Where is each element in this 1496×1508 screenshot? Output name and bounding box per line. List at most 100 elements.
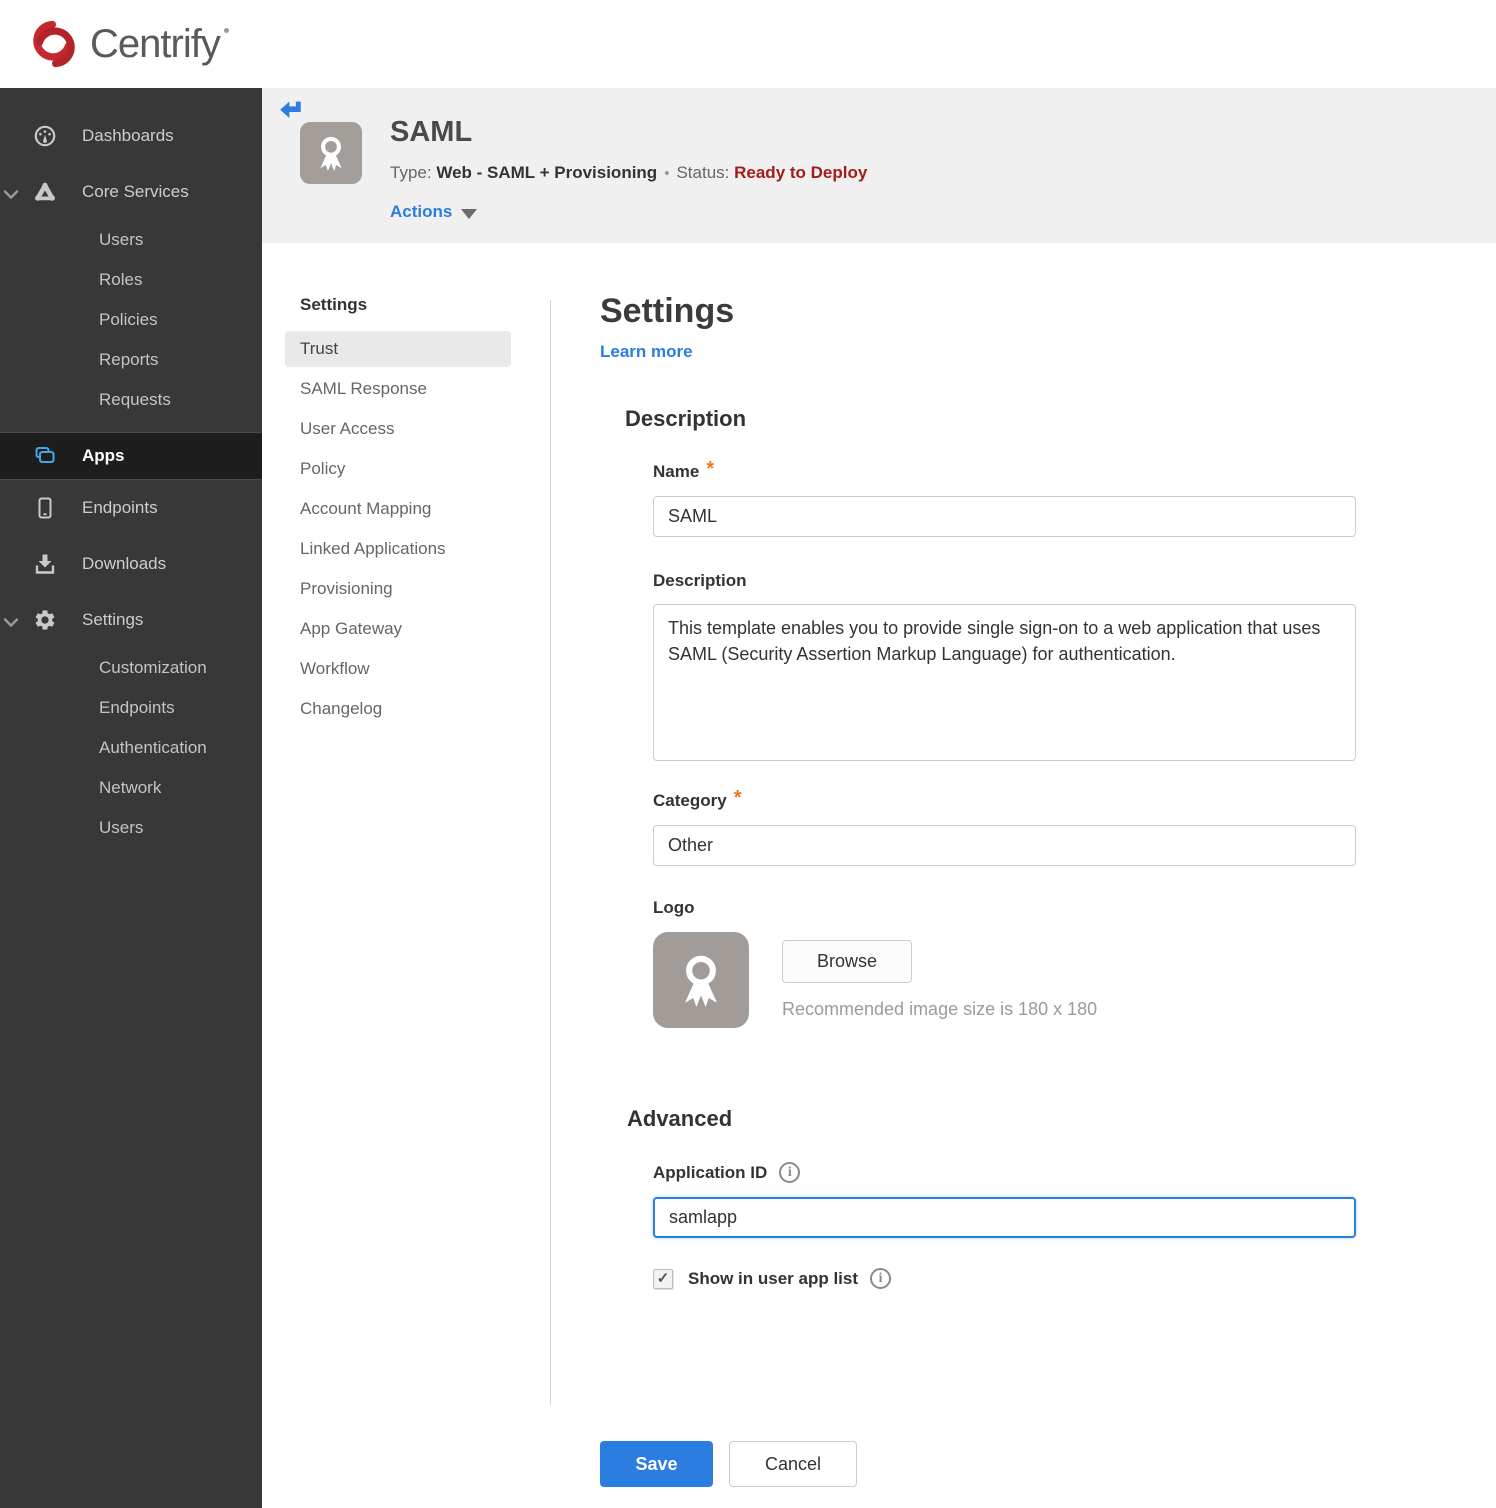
- subnav-item-policy[interactable]: Policy: [285, 451, 511, 487]
- application-id-group: Application ID: [653, 1162, 1356, 1238]
- sidebar-subitem-label: Policies: [99, 310, 158, 329]
- actions-label: Actions: [390, 202, 453, 221]
- main-content: Settings Learn more Description Name * D…: [600, 292, 1356, 1289]
- sidebar-subitem-requests[interactable]: Requests: [0, 380, 262, 420]
- core-services-icon: [33, 180, 57, 204]
- page-title: Settings: [600, 292, 735, 330]
- subnav-item-provisioning[interactable]: Provisioning: [285, 571, 511, 607]
- sidebar-item-label: Endpoints: [82, 498, 158, 517]
- sidebar-item-settings[interactable]: Settings: [0, 592, 262, 648]
- subnav-item-linked-applications[interactable]: Linked Applications: [285, 531, 511, 567]
- device-icon: [33, 496, 57, 520]
- application-id-label: Application ID: [653, 1162, 768, 1182]
- section-heading-description: Description: [625, 406, 747, 431]
- status-label: Status:: [676, 163, 730, 182]
- info-circle-icon[interactable]: [870, 1268, 892, 1289]
- subnav-item-app-gateway[interactable]: App Gateway: [285, 611, 511, 647]
- description-field-group: Description This template enables you to…: [653, 571, 1356, 761]
- subnav-item-account-mapping[interactable]: Account Mapping: [285, 491, 511, 527]
- section-heading-advanced: Advanced: [627, 1106, 733, 1131]
- sidebar-subitem-label: Endpoints: [99, 698, 175, 717]
- sidebar-subitem-label: Authentication: [99, 738, 207, 757]
- sidebar-item-apps[interactable]: Apps: [0, 432, 262, 480]
- sidebar-subitem-policies[interactable]: Policies: [0, 300, 262, 340]
- sidebar-subitem-label: Reports: [99, 350, 159, 369]
- logo-field-group: Logo Browse Recommended image size is 18…: [653, 898, 1356, 1028]
- sidebar-subitem-settings-users[interactable]: Users: [0, 808, 262, 848]
- meta-separator: •: [664, 165, 670, 182]
- required-marker: *: [706, 457, 715, 480]
- subnav-item-saml-response[interactable]: SAML Response: [285, 371, 511, 407]
- sidebar-subitem-customization[interactable]: Customization: [0, 648, 262, 688]
- category-input[interactable]: [653, 825, 1356, 866]
- name-input[interactable]: [653, 496, 1356, 537]
- show-in-list-row: Show in user app list: [653, 1268, 1356, 1289]
- sidebar-subitem-label: Network: [99, 778, 162, 797]
- sidebar-item-downloads[interactable]: Downloads: [0, 536, 262, 592]
- top-bar: Centrify: [0, 0, 1496, 88]
- description-textarea[interactable]: This template enables you to provide sin…: [653, 604, 1356, 761]
- save-button[interactable]: Save: [600, 1441, 713, 1487]
- award-ribbon-icon: [320, 136, 342, 171]
- sidebar-subitem-label: Roles: [99, 270, 143, 289]
- app-title: SAML: [390, 116, 473, 148]
- settings-subnav: Settings Trust SAML Response User Access…: [285, 295, 511, 731]
- category-field-group: Category *: [653, 787, 1356, 866]
- info-circle-icon[interactable]: [779, 1162, 801, 1183]
- logo-label: Logo: [653, 898, 695, 917]
- show-in-list-label: Show in user app list: [688, 1268, 859, 1288]
- vertical-divider: [550, 300, 551, 1405]
- sidebar-item-label: Apps: [82, 446, 125, 465]
- sidebar-subitem-authentication[interactable]: Authentication: [0, 728, 262, 768]
- required-marker: *: [733, 786, 742, 809]
- download-icon: [33, 552, 57, 576]
- sidebar-subitem-settings-endpoints[interactable]: Endpoints: [0, 688, 262, 728]
- sidebar-item-endpoints[interactable]: Endpoints: [0, 480, 262, 536]
- learn-more-link[interactable]: Learn more: [600, 342, 693, 362]
- browse-button[interactable]: Browse: [782, 940, 913, 983]
- brand-logo: Centrify: [28, 18, 229, 70]
- award-ribbon-icon: [685, 955, 717, 1007]
- status-badge: Ready to Deploy: [734, 163, 868, 182]
- sidebar-item-label: Settings: [82, 610, 144, 629]
- sidebar-item-label: Downloads: [82, 554, 167, 573]
- gear-icon: [33, 608, 57, 632]
- sidebar-subitem-users[interactable]: Users: [0, 220, 262, 260]
- chevron-down-icon[interactable]: [3, 186, 19, 200]
- sidebar-subitem-reports[interactable]: Reports: [0, 340, 262, 380]
- subnav-item-user-access[interactable]: User Access: [285, 411, 511, 447]
- subnav-header: Settings: [300, 295, 368, 314]
- form-actions: Save Cancel: [600, 1441, 857, 1487]
- type-label: Type:: [390, 163, 432, 182]
- actions-dropdown[interactable]: Actions: [390, 202, 478, 222]
- type-value: Web - SAML + Provisioning: [436, 163, 658, 182]
- back-arrow-icon[interactable]: [278, 97, 304, 121]
- logo-preview: [653, 932, 749, 1028]
- sidebar-subitem-label: Customization: [99, 658, 207, 677]
- sidebar-item-label: Dashboards: [82, 126, 174, 145]
- apps-icon: [33, 444, 57, 468]
- gauge-icon: [33, 124, 57, 148]
- sidebar-item-label: Core Services: [82, 182, 189, 201]
- application-id-input[interactable]: [653, 1197, 1356, 1238]
- show-in-user-app-list-checkbox[interactable]: [653, 1268, 673, 1289]
- sidebar: Dashboards Core Services Users Roles Pol…: [0, 88, 262, 1508]
- category-label: Category: [653, 791, 727, 810]
- subnav-item-changelog[interactable]: Changelog: [285, 691, 511, 727]
- caret-down-icon: [461, 208, 478, 219]
- sidebar-subitem-roles[interactable]: Roles: [0, 260, 262, 300]
- app-icon-tile: [300, 122, 362, 184]
- chevron-down-icon[interactable]: [3, 614, 19, 628]
- cancel-button[interactable]: Cancel: [729, 1441, 857, 1487]
- sidebar-subitem-network[interactable]: Network: [0, 768, 262, 808]
- sidebar-item-dashboards[interactable]: Dashboards: [0, 108, 262, 164]
- app-meta: Type: Web - SAML + Provisioning • Status: …: [390, 163, 867, 183]
- sidebar-item-core-services[interactable]: Core Services: [0, 164, 262, 220]
- description-label: Description: [653, 571, 747, 590]
- centrify-swirl-icon: [33, 20, 75, 68]
- subnav-item-workflow[interactable]: Workflow: [285, 651, 511, 687]
- subnav-item-trust[interactable]: Trust: [285, 331, 511, 367]
- brand-name: Centrify: [90, 22, 229, 67]
- sidebar-subitem-label: Users: [99, 818, 144, 837]
- sidebar-subitem-label: Users: [99, 230, 144, 249]
